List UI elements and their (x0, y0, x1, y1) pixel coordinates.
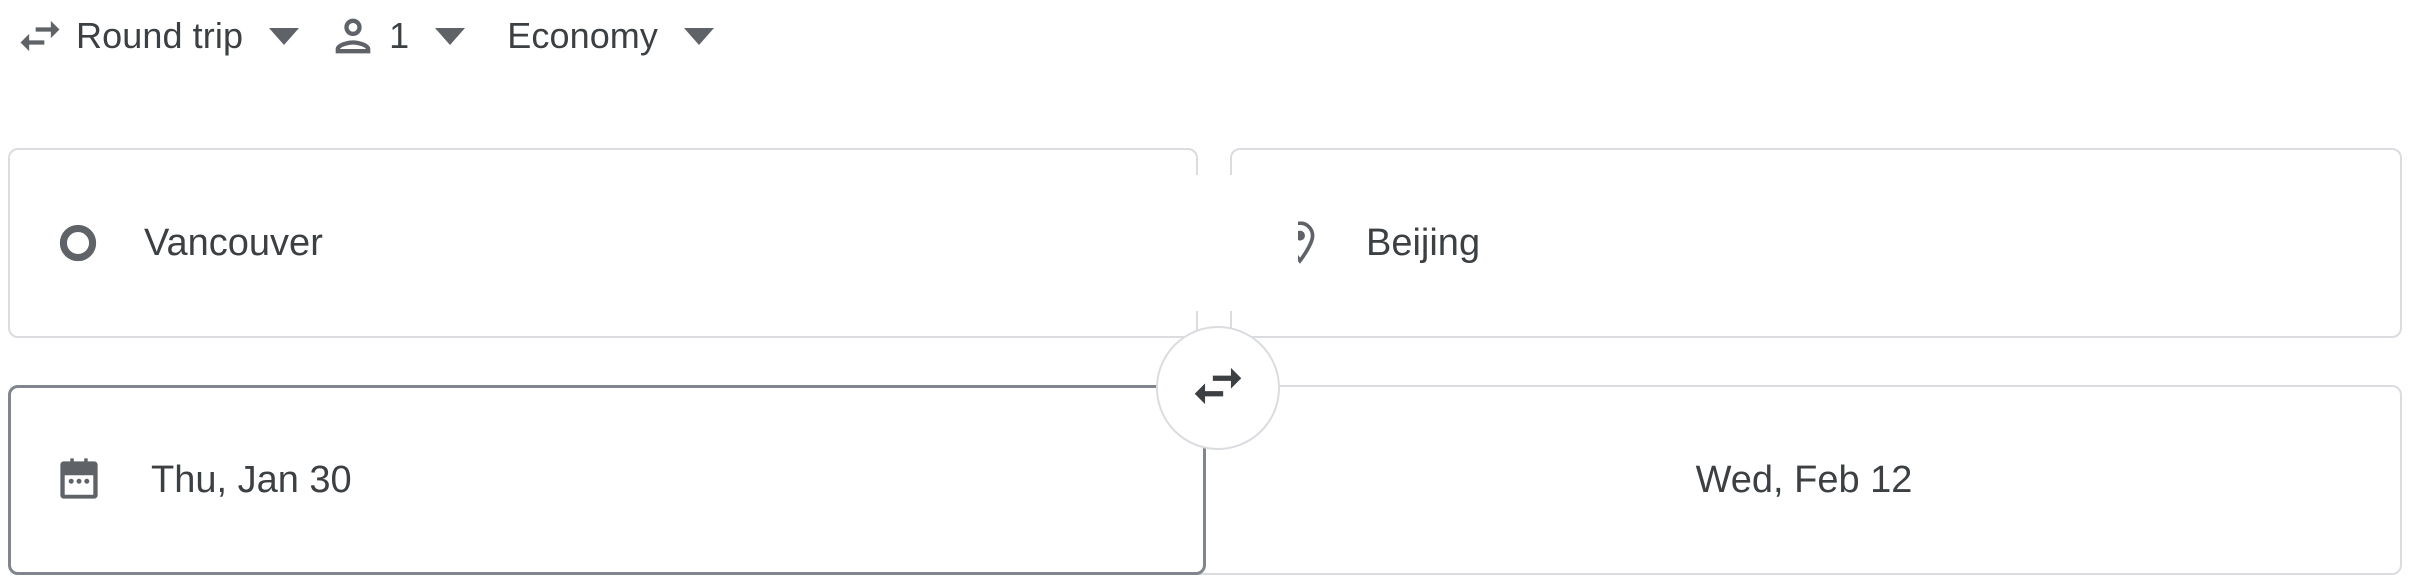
destination-field[interactable]: Beijing (1230, 148, 2402, 338)
origin-swap-cutout (1130, 175, 1198, 311)
location-row: Vancouver Beijing (8, 148, 2402, 450)
trip-type-dropdown[interactable]: Round trip (0, 0, 313, 72)
passengers-dropdown[interactable]: 1 (313, 0, 479, 72)
departure-date-value: Thu, Jan 30 (151, 459, 352, 501)
calendar-icon (51, 452, 107, 508)
chevron-down-icon (684, 27, 714, 45)
search-options-row: Round trip 1 Economy (0, 0, 728, 72)
cabin-class-label: Economy (507, 15, 658, 56)
return-date-value: Wed, Feb 12 (1695, 459, 1913, 501)
trip-type-label: Round trip (76, 15, 244, 56)
origin-value: Vancouver (144, 222, 323, 264)
cabin-class-dropdown[interactable]: Economy (479, 0, 728, 72)
map-pin-icon (1272, 215, 1328, 271)
person-icon (327, 10, 379, 62)
chevron-down-icon (269, 27, 300, 45)
swap-arrows-icon (1187, 355, 1249, 422)
destination-value: Beijing (1366, 222, 1481, 264)
departure-date-field[interactable]: Thu, Jan 30 (8, 385, 1206, 575)
chevron-down-icon (435, 27, 466, 45)
flight-search-form: Round trip 1 Economy Vancouver Beijing T… (0, 0, 2411, 586)
passengers-count-label: 1 (389, 15, 410, 56)
return-date-field[interactable]: Wed, Feb 12 (1206, 385, 2402, 575)
swap-horizontal-arrows-icon (14, 10, 66, 62)
swap-locations-button[interactable] (1156, 326, 1280, 450)
origin-field[interactable]: Vancouver (8, 148, 1198, 338)
origin-circle-icon (50, 215, 106, 271)
